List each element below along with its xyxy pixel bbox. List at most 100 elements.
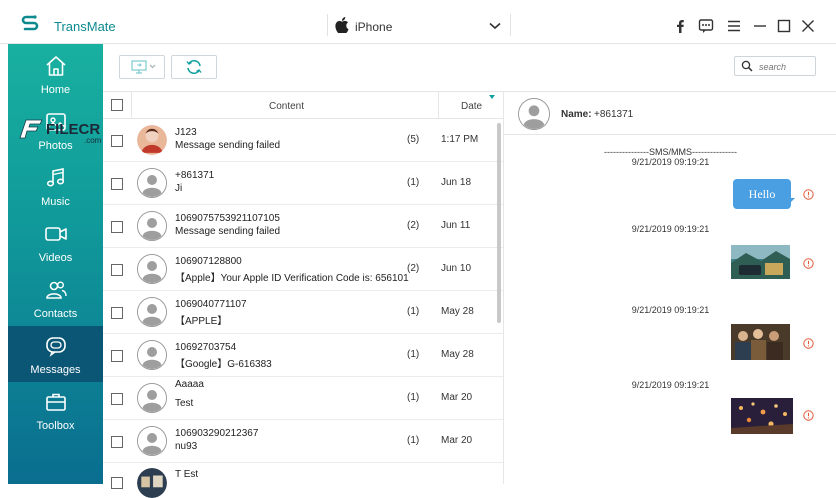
export-to-pc-button[interactable] — [119, 55, 165, 79]
chevron-down-icon[interactable] — [489, 22, 501, 30]
message-count: (2) — [407, 263, 420, 274]
row-checkbox[interactable] — [111, 307, 123, 319]
row-checkbox[interactable] — [111, 393, 123, 405]
refresh-button[interactable] — [171, 55, 217, 79]
message-count: (2) — [407, 220, 420, 231]
row-checkbox[interactable] — [111, 436, 123, 448]
sidebar-item-label: Music — [41, 196, 70, 208]
search-icon — [741, 60, 753, 72]
list-item[interactable]: 106907128800 【Apple】Your Apple ID Verifi… — [103, 248, 503, 291]
sidebar-item-videos[interactable]: Videos — [8, 214, 103, 270]
list-item[interactable]: 1069040771107 【APPLE】 (1) May 28 — [103, 291, 503, 334]
list-item[interactable]: 1069075753921107105 Message sending fail… — [103, 205, 503, 248]
sidebar: Home Photos Music Videos Contacts Messag… — [8, 44, 103, 484]
row-checkbox[interactable] — [111, 264, 123, 276]
contacts-icon — [46, 281, 67, 299]
feedback-icon[interactable] — [698, 18, 714, 34]
row-checkbox[interactable] — [111, 221, 123, 233]
warning-icon[interactable] — [803, 338, 814, 349]
conversation-header: Name: +861371 — [504, 92, 836, 135]
message-count: (1) — [407, 349, 420, 360]
device-divider-right — [510, 14, 511, 36]
list-item[interactable]: 10692703754 【Google】G-616383 (1) May 28 — [103, 334, 503, 377]
conversation-list: Content Date J123 Message sending failed… — [103, 92, 503, 498]
image-attachment[interactable] — [731, 324, 790, 360]
image-attachment[interactable] — [731, 245, 790, 279]
transmate-logo-icon — [21, 15, 39, 31]
sidebar-item-contacts[interactable]: Contacts — [8, 270, 103, 326]
conversation-type-label: ---------------SMS/MMS--------------- — [604, 147, 737, 157]
default-avatar-icon — [137, 340, 167, 370]
default-avatar-icon — [137, 254, 167, 284]
message-count: (5) — [407, 134, 420, 145]
message-date: 1:17 PM — [441, 134, 479, 145]
list-item[interactable]: +861371 Ji (1) Jun 18 — [103, 162, 503, 205]
search-input[interactable] — [757, 59, 817, 75]
export-to-pc-icon — [131, 60, 156, 74]
list-scrollbar[interactable] — [497, 123, 501, 323]
warning-icon[interactable] — [803, 189, 814, 200]
message-date: Mar 20 — [441, 392, 473, 403]
sidebar-item-home[interactable]: Home — [8, 46, 103, 102]
header-divider — [131, 92, 132, 119]
message-date: Jun 10 — [441, 263, 472, 274]
message-preview: nu93 — [175, 441, 198, 452]
message-preview: Ji — [175, 183, 183, 194]
search-box[interactable] — [734, 56, 817, 76]
filecr-watermark-logo: FILECR .com — [19, 119, 102, 145]
default-avatar-icon — [137, 297, 167, 327]
default-avatar-icon — [137, 168, 167, 198]
message-bubble[interactable]: Hello — [733, 179, 791, 209]
contact-photo-avatar — [137, 468, 167, 498]
maximize-icon[interactable] — [776, 18, 792, 34]
message-date: Mar 20 — [441, 435, 473, 446]
contact-name-value: +861371 — [594, 109, 634, 120]
message-preview: Message sending failed — [175, 226, 281, 237]
select-all-checkbox[interactable] — [111, 99, 123, 111]
row-checkbox[interactable] — [111, 477, 123, 489]
message-timestamp: 9/21/2019 09:19:21 — [631, 380, 710, 390]
image-attachment[interactable] — [731, 398, 793, 434]
menu-icon[interactable] — [726, 18, 742, 34]
sort-descending-icon[interactable] — [489, 95, 495, 99]
default-avatar-icon — [137, 383, 167, 413]
message-preview: 【Google】G-616383 — [175, 359, 272, 370]
toolbox-icon — [46, 393, 66, 411]
message-date: May 28 — [441, 349, 474, 360]
default-avatar-icon — [137, 426, 167, 456]
sidebar-item-messages[interactable]: Messages — [8, 326, 103, 382]
sidebar-item-music[interactable]: Music — [8, 158, 103, 214]
refresh-icon — [186, 59, 202, 75]
message-date: May 28 — [441, 306, 474, 317]
bubble-tail — [788, 198, 795, 205]
sidebar-item-toolbox[interactable]: Toolbox — [8, 382, 103, 438]
sidebar-item-label: Toolbox — [36, 420, 75, 432]
message-preview: Test — [175, 398, 194, 409]
messages-icon — [46, 337, 66, 357]
column-header-date[interactable]: Date — [461, 101, 482, 112]
list-item[interactable]: 106903290212367 nu93 (1) Mar 20 — [103, 420, 503, 463]
close-icon[interactable] — [800, 18, 816, 34]
sidebar-item-label: Contacts — [33, 308, 78, 320]
list-item[interactable]: T Est — [103, 463, 503, 498]
warning-icon[interactable] — [803, 410, 814, 421]
row-checkbox[interactable] — [111, 178, 123, 190]
contact-name: 106903290212367 — [175, 428, 259, 439]
message-timestamp: 9/21/2019 09:19:21 — [631, 157, 710, 167]
row-checkbox[interactable] — [111, 350, 123, 362]
message-count: (1) — [407, 435, 420, 446]
facebook-icon[interactable] — [672, 18, 688, 34]
contact-name: 1069040771107 — [175, 299, 247, 310]
music-icon — [46, 168, 65, 187]
list-item[interactable]: J123 Message sending failed (5) 1:17 PM — [103, 119, 503, 162]
minimize-icon[interactable] — [752, 18, 768, 34]
app-title: TransMate — [54, 19, 116, 34]
contact-name: T Est — [175, 469, 199, 480]
row-checkbox[interactable] — [111, 135, 123, 147]
message-timestamp: 9/21/2019 09:19:21 — [631, 305, 710, 315]
column-header-content[interactable]: Content — [269, 101, 304, 112]
device-name[interactable]: iPhone — [355, 20, 392, 34]
sidebar-item-label: Home — [40, 84, 71, 96]
warning-icon[interactable] — [803, 258, 814, 269]
list-item[interactable]: Aaaaa Test (1) Mar 20 — [103, 377, 503, 420]
